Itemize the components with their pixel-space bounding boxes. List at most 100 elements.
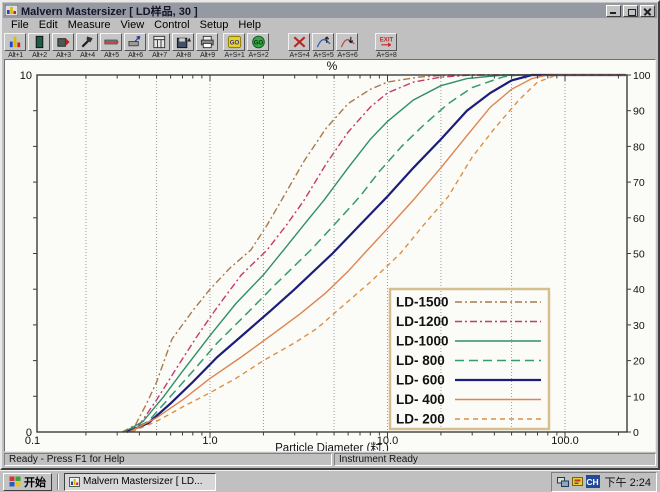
print-icon xyxy=(198,34,217,50)
fill-cell-icon xyxy=(126,34,145,50)
align-cell-icon xyxy=(102,34,121,50)
right-axis-tick-label: 60 xyxy=(633,213,645,225)
status-message: Ready - Press F1 for Help xyxy=(4,453,332,466)
start-label: 开始 xyxy=(24,474,46,490)
toolbar-group-1: Alt+1Alt+2Alt+3Alt+4Alt+5Alt+6Alt+7Alt+8… xyxy=(4,33,219,60)
right-axis-tick-label: 100 xyxy=(633,70,651,82)
measure-sample-icon xyxy=(54,34,73,50)
network-tray-icon[interactable] xyxy=(557,476,569,488)
right-axis-tick-label: 0 xyxy=(633,427,639,439)
align-cell-button[interactable]: Alt+5 xyxy=(100,33,123,60)
exit-icon: EXIT xyxy=(377,34,396,50)
right-axis-tick-label: 70 xyxy=(633,177,645,189)
right-axis-tick-label: 10 xyxy=(633,391,645,403)
calculate-button[interactable]: Alt+7 xyxy=(148,33,171,60)
abort-icon xyxy=(290,34,309,50)
sample-stats-icon xyxy=(6,34,25,50)
x-tick-label: 1.0 xyxy=(202,435,217,447)
measure-sample-button[interactable]: Alt+3 xyxy=(52,33,75,60)
menu-file[interactable]: File xyxy=(6,19,34,31)
go-yellow-icon: GO xyxy=(225,34,244,50)
legend-label: LD- 400 xyxy=(396,392,445,407)
right-axis-tick-label: 30 xyxy=(633,320,645,332)
go-green-button[interactable]: GOA+S+2 xyxy=(247,33,270,60)
task-label: Malvern Mastersizer [ LD... xyxy=(83,476,202,487)
restore-icon xyxy=(628,9,636,16)
taskbar-clock: 下午 2:24 xyxy=(603,474,651,490)
left-axis-min-label: 0 xyxy=(26,427,32,439)
restore-button[interactable] xyxy=(623,5,638,17)
svg-text:EXIT: EXIT xyxy=(379,37,393,44)
fill-cell-button[interactable]: Alt+6 xyxy=(124,33,147,60)
legend-label: LD-1000 xyxy=(396,334,449,349)
taskbar: 开始 Malvern Mastersizer [ LD... CH xyxy=(0,470,660,492)
x-axis-title: Particle Diameter (籿.) xyxy=(275,441,389,453)
toolbar-group-3: A+S+4A+S+5A+S+6 xyxy=(288,33,359,60)
legend-label: LD-1200 xyxy=(396,314,449,329)
right-axis-tick-label: 50 xyxy=(633,249,645,261)
x-tick-label: 100.0 xyxy=(551,435,579,447)
window-controls xyxy=(606,5,655,17)
toolbar-group-2: GOA+S+1GOA+S+2 xyxy=(223,33,270,60)
minimize-button[interactable] xyxy=(606,5,621,17)
series-LD-600 xyxy=(127,75,626,432)
go-yellow-button[interactable]: GOA+S+1 xyxy=(223,33,246,60)
save-results-icon xyxy=(174,34,193,50)
toolbar-group-4: EXITA+S+8 xyxy=(375,33,398,60)
chart-area: 0.11.010.0100.0Particle Diameter (籿.)%10… xyxy=(4,59,656,452)
series-LD-400 xyxy=(129,75,626,432)
left-axis-max-label: 10 xyxy=(20,70,32,82)
legend-label: LD- 600 xyxy=(396,373,445,388)
ime-indicator[interactable]: CH xyxy=(586,475,600,488)
print-button[interactable]: Alt+9 xyxy=(196,33,219,60)
toolbar: Alt+1Alt+2Alt+3Alt+4Alt+5Alt+6Alt+7Alt+8… xyxy=(2,31,658,60)
menu-help[interactable]: Help xyxy=(233,19,266,31)
abort-button[interactable]: A+S+4 xyxy=(288,33,311,60)
percent-axis-label: % xyxy=(327,60,338,73)
cell-button[interactable]: Alt+2 xyxy=(28,33,51,60)
curve-down-icon xyxy=(338,34,357,50)
app-icon xyxy=(5,5,18,16)
series-LD-1000 xyxy=(125,75,626,432)
system-tray: CH 下午 2:24 xyxy=(551,472,657,492)
close-button[interactable] xyxy=(640,5,655,17)
series-LD-200 xyxy=(131,75,626,432)
right-axis-tick-label: 80 xyxy=(633,141,645,153)
mastersizer-task-icon xyxy=(69,477,80,487)
titlebar: Malvern Mastersizer [ LD样品, 30 ] xyxy=(3,3,657,18)
menu-view[interactable]: View xyxy=(116,19,150,31)
taskbar-divider xyxy=(57,474,59,490)
calculate-icon xyxy=(150,34,169,50)
windows-logo-icon xyxy=(9,476,21,487)
instrument-status: Instrument Ready xyxy=(334,453,656,466)
legend-label: LD- 200 xyxy=(396,412,445,427)
series-LD-1200 xyxy=(125,75,626,432)
setup-tool-button[interactable]: Alt+4 xyxy=(76,33,99,60)
right-axis-tick-label: 40 xyxy=(633,284,645,296)
particle-size-distribution-chart: 0.11.010.0100.0Particle Diameter (籿.)%10… xyxy=(5,60,655,452)
cell-icon xyxy=(30,34,49,50)
curve-down-button[interactable]: A+S+6 xyxy=(336,33,359,60)
taskbar-task-mastersizer[interactable]: Malvern Mastersizer [ LD... xyxy=(64,473,216,491)
start-button[interactable]: 开始 xyxy=(3,473,52,491)
svg-text:GO: GO xyxy=(253,39,263,46)
menu-measure[interactable]: Measure xyxy=(63,19,116,31)
save-results-button[interactable]: Alt+8 xyxy=(172,33,195,60)
minimize-icon xyxy=(610,12,616,14)
sample-stats-button[interactable]: Alt+1 xyxy=(4,33,27,60)
curve-up-button[interactable]: A+S+5 xyxy=(312,33,335,60)
svg-text:GO: GO xyxy=(229,40,239,47)
menu-edit[interactable]: Edit xyxy=(34,19,63,31)
menu-control[interactable]: Control xyxy=(149,19,194,31)
right-axis-tick-label: 20 xyxy=(633,356,645,368)
go-green-icon: GO xyxy=(249,34,268,50)
legend-label: LD-1500 xyxy=(396,295,449,310)
meter-tray-icon[interactable] xyxy=(572,476,583,487)
desktop: Malvern Mastersizer [ LD样品, 30 ] File Ed… xyxy=(0,0,660,492)
exit-button[interactable]: EXITA+S+8 xyxy=(375,33,398,60)
menu-setup[interactable]: Setup xyxy=(195,19,234,31)
legend-label: LD- 800 xyxy=(396,353,445,368)
series-LD-800 xyxy=(127,75,626,432)
right-axis-tick-label: 90 xyxy=(633,106,645,118)
setup-tool-icon xyxy=(78,34,97,50)
